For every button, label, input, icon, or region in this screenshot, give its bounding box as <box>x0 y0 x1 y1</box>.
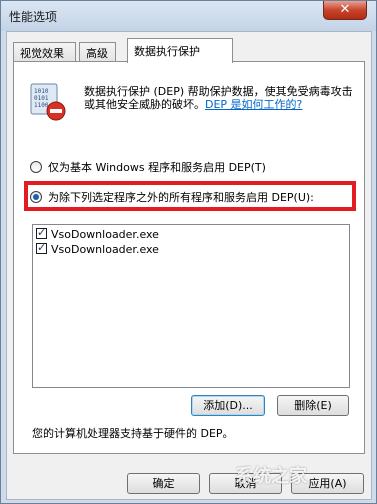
list-item[interactable]: VsoDownloader.exe <box>36 241 159 256</box>
dep-description: 数据执行保护 (DEP) 帮助保护数据，使其免受病毒攻击或其他安全威胁的破坏。D… <box>84 85 354 111</box>
title-bar[interactable]: 性能选项 ✕ <box>1 1 376 31</box>
list-item-checkbox[interactable] <box>36 226 47 239</box>
hardware-dep-status: 您的计算机处理器支持基于硬件的 DEP。 <box>32 427 234 440</box>
add-button[interactable]: 添加(D)... <box>191 395 265 416</box>
close-button[interactable]: ✕ <box>323 1 367 20</box>
svg-text:1100: 1100 <box>34 102 49 109</box>
svg-text:0101: 0101 <box>34 95 49 102</box>
radio-all-except-selected-button[interactable] <box>30 191 42 203</box>
radio-essential-only-label: 仅为基本 Windows 程序和服务启用 DEP(T) <box>48 161 266 174</box>
dep-tab-panel: 1010 0101 1100 数据执行保护 (DEP) 帮助保护数据，使其免受病… <box>13 61 365 454</box>
watermark-logo: 系统之家 <box>235 466 307 487</box>
remove-button[interactable]: 删除(E) <box>277 395 349 416</box>
list-item[interactable]: VsoDownloader.exe <box>36 226 159 241</box>
tab-data-execution-prevention[interactable]: 数据执行保护 <box>127 38 233 63</box>
list-item-checkbox[interactable] <box>36 241 47 254</box>
svg-text:1010: 1010 <box>34 88 49 95</box>
ok-button[interactable]: 确定 <box>127 473 200 494</box>
dep-help-link[interactable]: DEP 是如何工作的? <box>205 98 302 111</box>
radio-all-except-selected-label: 为除下列选定程序之外的所有程序和服务启用 DEP(U): <box>48 191 314 204</box>
window-title: 性能选项 <box>9 10 58 24</box>
tab-visual-effects[interactable]: 视觉效果 <box>13 42 76 62</box>
list-item-label: VsoDownloader.exe <box>51 228 159 241</box>
radio-essential-only[interactable]: 仅为基本 Windows 程序和服务启用 DEP(T) <box>30 159 266 175</box>
list-item-label: VsoDownloader.exe <box>51 243 159 256</box>
radio-essential-only-button[interactable] <box>30 161 42 173</box>
exceptions-list[interactable]: VsoDownloader.exe VsoDownloader.exe <box>32 224 350 388</box>
performance-options-window: 性能选项 ✕ 视觉效果 高级 数据执行保护 1010 0101 1100 数据执… <box>0 0 377 504</box>
radio-all-except-selected[interactable]: 为除下列选定程序之外的所有程序和服务启用 DEP(U): <box>30 189 314 205</box>
tab-advanced[interactable]: 高级 <box>79 42 116 62</box>
dialog-client-area: 视觉效果 高级 数据执行保护 1010 0101 1100 数据执行保护 (DE… <box>6 31 372 500</box>
dep-shield-icon: 1010 0101 1100 <box>30 83 66 121</box>
